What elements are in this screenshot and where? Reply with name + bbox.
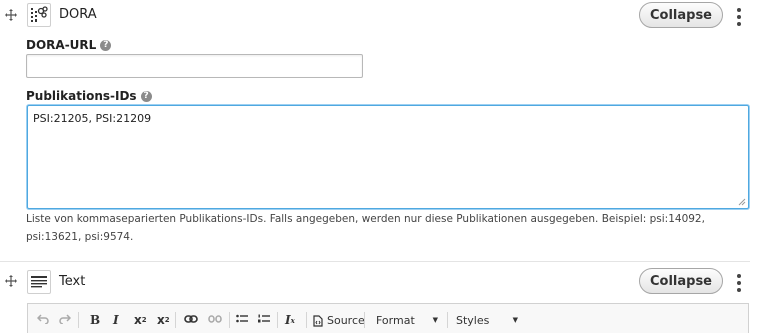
toolbar-separator (364, 312, 365, 328)
more-actions-icon[interactable] (736, 274, 742, 292)
help-icon[interactable]: ? (100, 39, 112, 51)
more-actions-icon[interactable] (736, 8, 742, 26)
publication-ids-value: PSI:21205, PSI:21209 (33, 112, 152, 125)
paragraph-title: Text (59, 274, 86, 289)
chevron-down-icon: ▼ (432, 316, 438, 324)
publication-ids-label: Publikations-IDs ? (26, 89, 152, 103)
toolbar-separator (229, 312, 230, 328)
paragraph-title: DORA (59, 7, 97, 22)
source-button[interactable]: Source (313, 314, 365, 327)
dora-icon (27, 3, 51, 27)
toolbar-separator (78, 312, 79, 328)
collapse-button[interactable]: Collapse (639, 268, 723, 294)
collapse-button[interactable]: Collapse (639, 2, 723, 28)
bulleted-list-icon[interactable] (236, 314, 248, 324)
toolbar-separator (447, 312, 448, 328)
format-dropdown[interactable]: Format ▼ (372, 312, 442, 328)
chevron-down-icon: ▼ (512, 316, 518, 324)
help-icon[interactable]: ? (140, 90, 152, 102)
dora-url-input[interactable] (26, 54, 363, 78)
toolbar-separator (175, 312, 176, 328)
toolbar-separator (277, 312, 278, 328)
redo-icon[interactable] (59, 314, 71, 324)
toolbar-separator (306, 312, 307, 328)
publication-ids-description: Liste von kommaseparierten Publikations-… (26, 213, 705, 243)
dora-url-label: DORA-URL ? (26, 38, 112, 52)
editor-toolbar: B I x2 x2 Ix Source Format ▼ Styles ▼ (27, 303, 749, 333)
publication-ids-textarea[interactable]: PSI:21205, PSI:21209 (27, 105, 749, 209)
numbered-list-icon[interactable] (258, 314, 270, 324)
unlink-icon[interactable] (208, 315, 222, 323)
link-icon[interactable] (184, 315, 198, 323)
text-paragraph-icon (27, 270, 51, 294)
drag-handle-icon[interactable] (4, 275, 18, 289)
divider (0, 261, 750, 262)
undo-icon[interactable] (37, 314, 49, 324)
styles-dropdown[interactable]: Styles ▼ (452, 312, 522, 328)
drag-handle-icon[interactable] (4, 9, 18, 23)
resize-grip-icon[interactable] (738, 198, 746, 206)
